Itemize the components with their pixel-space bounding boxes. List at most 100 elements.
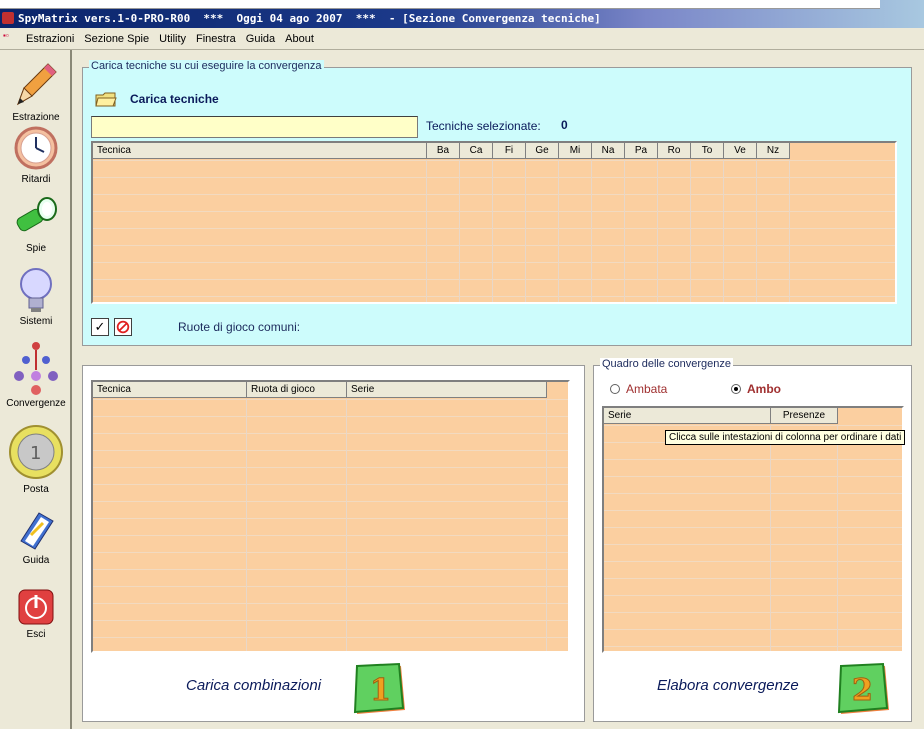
techniques-input[interactable] bbox=[91, 116, 418, 138]
grid-line bbox=[558, 160, 559, 302]
column-header-tecnica[interactable]: Tecnica bbox=[93, 143, 427, 159]
sidebar-item-label: Spie bbox=[25, 243, 46, 254]
grid-line bbox=[657, 160, 658, 302]
column-sort-tooltip: Clicca sulle intestazioni di colonna per… bbox=[665, 430, 906, 445]
sidebar-item-ritardi[interactable]: Ritardi bbox=[0, 122, 72, 185]
menu-sezione-spie[interactable]: Sezione Spie bbox=[79, 33, 154, 45]
sidebar-item-label: Ritardi bbox=[21, 174, 51, 185]
grid-line bbox=[591, 160, 592, 302]
power-icon bbox=[18, 589, 54, 625]
button-number: 1 bbox=[370, 673, 391, 708]
radio-ambo[interactable]: Ambo bbox=[731, 382, 781, 396]
column-header-ba[interactable]: Ba bbox=[427, 143, 460, 159]
grid-rows bbox=[604, 425, 902, 651]
grid-rows bbox=[93, 399, 568, 651]
combinations-panel: Tecnica Ruota di gioco Serie Carica comb… bbox=[82, 365, 585, 722]
sidebar-item-esci[interactable]: Esci bbox=[0, 587, 72, 640]
grid-line bbox=[723, 160, 724, 302]
grid-line bbox=[459, 160, 460, 302]
column-header-serie[interactable]: Serie bbox=[347, 382, 547, 398]
column-header-ca[interactable]: Ca bbox=[460, 143, 493, 159]
grid-line bbox=[525, 160, 526, 302]
column-header-presenze[interactable]: Presenze bbox=[771, 408, 838, 424]
grid-line bbox=[426, 160, 427, 302]
sidebar-item-spie[interactable]: Spie bbox=[0, 195, 72, 254]
menu-guida[interactable]: Guida bbox=[241, 33, 280, 45]
column-header-ve[interactable]: Ve bbox=[724, 143, 757, 159]
convergence-grid-header: Serie Presenze bbox=[604, 408, 838, 424]
sidebar-item-label: Sistemi bbox=[19, 316, 53, 327]
grid-rows bbox=[93, 160, 895, 302]
grid-line bbox=[492, 160, 493, 302]
book-icon bbox=[20, 512, 54, 550]
load-techniques-button[interactable]: Carica tecniche bbox=[130, 92, 219, 106]
convergence-panel: Quadro delle convergenze Ambata Ambo Ser… bbox=[593, 358, 912, 722]
number-two-button-icon[interactable]: 2 bbox=[835, 662, 891, 714]
column-header-ruota[interactable]: Ruota di gioco bbox=[247, 382, 347, 398]
sidebar: Estrazione Ritardi Spie Sistemi Converge… bbox=[0, 50, 72, 729]
selected-techniques-count: 0 bbox=[561, 118, 568, 132]
clock-icon bbox=[14, 126, 58, 170]
radio-dot bbox=[610, 384, 620, 394]
sidebar-item-guida[interactable]: Guida bbox=[0, 507, 72, 566]
window-title: SpyMatrix vers.1-0-PRO-R00 *** Oggi 04 a… bbox=[18, 12, 601, 25]
select-all-checkbox-button[interactable]: ✓ bbox=[91, 318, 109, 336]
column-header-pa[interactable]: Pa bbox=[625, 143, 658, 159]
menu-finestra[interactable]: Finestra bbox=[191, 33, 241, 45]
menu-about[interactable]: About bbox=[280, 33, 319, 45]
sidebar-item-label: Esci bbox=[26, 629, 46, 640]
load-combinations-label[interactable]: Carica combinazioni bbox=[186, 677, 321, 694]
flashlight-icon bbox=[16, 197, 57, 232]
pencil-icon bbox=[17, 63, 57, 106]
menu-utility[interactable]: Utility bbox=[154, 33, 191, 45]
combinations-grid[interactable]: Tecnica Ruota di gioco Serie bbox=[91, 380, 570, 653]
sidebar-item-convergenze[interactable]: Convergenze bbox=[0, 340, 72, 409]
open-folder-icon[interactable] bbox=[95, 90, 117, 108]
sidebar-item-estrazione[interactable]: Estrazione bbox=[0, 58, 72, 123]
euro-coin-icon: 1 bbox=[9, 425, 63, 479]
column-header-tecnica[interactable]: Tecnica bbox=[93, 382, 247, 398]
convergence-icon bbox=[14, 342, 58, 395]
lightbulb-icon bbox=[20, 268, 52, 312]
radio-label: Ambata bbox=[626, 382, 668, 396]
mdi-child-icon[interactable]: ▪▫ bbox=[3, 31, 17, 46]
sidebar-item-posta[interactable]: 1 Posta bbox=[0, 422, 72, 495]
app-icon[interactable] bbox=[2, 12, 14, 24]
column-header-fi[interactable]: Fi bbox=[493, 143, 526, 159]
radio-label: Ambo bbox=[747, 382, 781, 396]
column-header-to[interactable]: To bbox=[691, 143, 724, 159]
number-one-button-icon[interactable]: 1 bbox=[351, 662, 407, 714]
grid-line bbox=[624, 160, 625, 302]
column-header-ro[interactable]: Ro bbox=[658, 143, 691, 159]
sidebar-item-label: Guida bbox=[22, 555, 50, 566]
techniques-grid-header: Tecnica Ba Ca Fi Ge Mi Na Pa Ro To Ve Nz bbox=[93, 143, 790, 159]
clear-selection-icon[interactable] bbox=[114, 318, 132, 336]
radio-dot-selected bbox=[731, 384, 741, 394]
grid-line bbox=[789, 160, 790, 302]
menu-bar: ▪▫ Estrazioni Sezione Spie Utility Fines… bbox=[0, 28, 924, 50]
techniques-grid[interactable]: Tecnica Ba Ca Fi Ge Mi Na Pa Ro To Ve Nz bbox=[91, 141, 897, 304]
column-header-mi[interactable]: Mi bbox=[559, 143, 592, 159]
grid-line bbox=[246, 399, 247, 651]
button-number: 2 bbox=[852, 673, 873, 708]
main-area: Carica tecniche su cui eseguire la conve… bbox=[74, 50, 924, 729]
menu-estrazioni[interactable]: Estrazioni bbox=[21, 33, 79, 45]
convergence-panel-title: Quadro delle convergenze bbox=[600, 358, 734, 370]
process-convergence-label[interactable]: Elabora convergenze bbox=[657, 677, 799, 694]
radio-ambata[interactable]: Ambata bbox=[610, 382, 667, 396]
column-header-na[interactable]: Na bbox=[592, 143, 625, 159]
grid-line bbox=[346, 399, 347, 651]
svg-text:1: 1 bbox=[30, 443, 41, 464]
selected-techniques-label: Tecniche selezionate: bbox=[426, 119, 541, 133]
column-header-nz[interactable]: Nz bbox=[757, 143, 790, 159]
sidebar-item-label: Convergenze bbox=[6, 398, 66, 409]
sidebar-item-sistemi[interactable]: Sistemi bbox=[0, 266, 72, 327]
load-techniques-panel-title: Carica tecniche su cui eseguire la conve… bbox=[89, 60, 324, 72]
sidebar-item-label: Posta bbox=[23, 484, 49, 495]
grid-line bbox=[756, 160, 757, 302]
column-header-ge[interactable]: Ge bbox=[526, 143, 559, 159]
grid-line bbox=[690, 160, 691, 302]
grid-line bbox=[546, 399, 547, 651]
grid-line bbox=[837, 425, 838, 651]
column-header-serie[interactable]: Serie bbox=[604, 408, 771, 424]
